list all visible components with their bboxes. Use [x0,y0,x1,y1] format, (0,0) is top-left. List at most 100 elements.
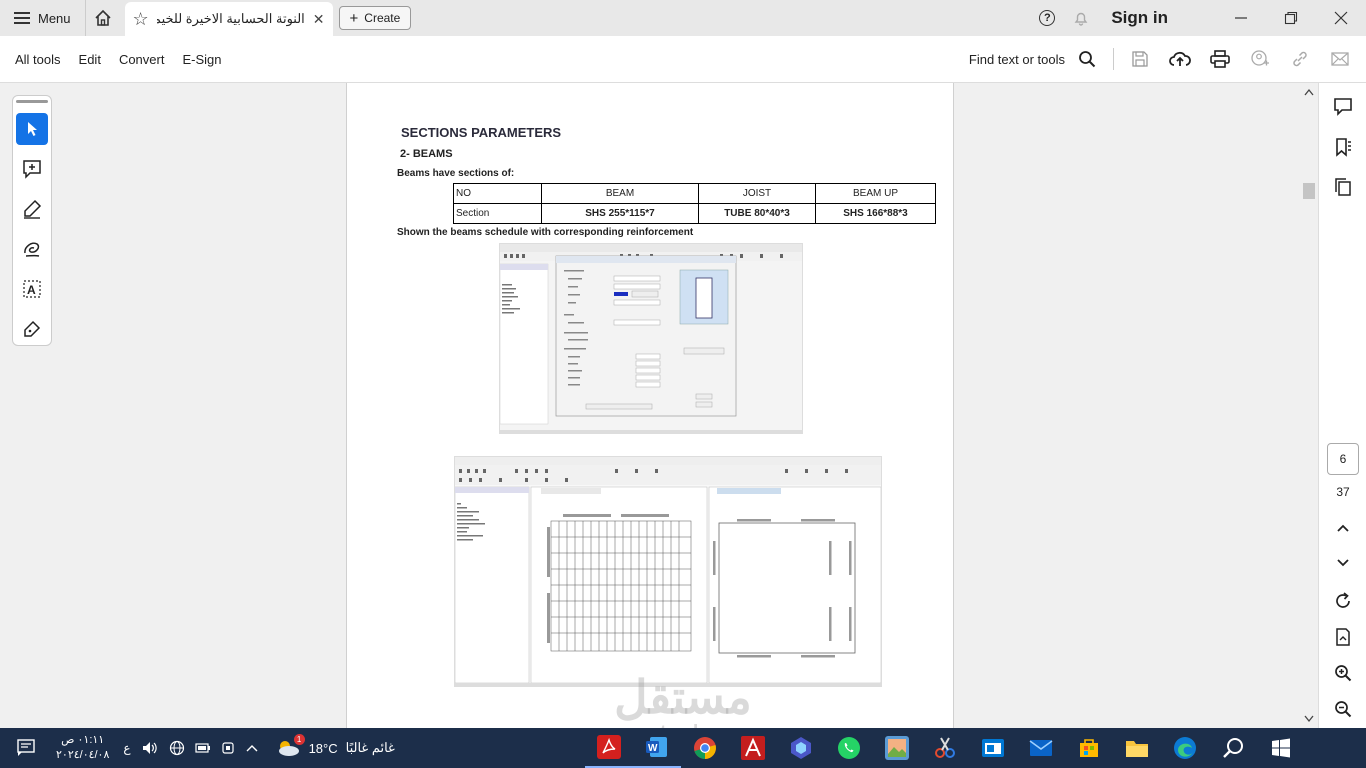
network-globe-icon[interactable] [169,740,185,756]
comments-button[interactable] [1319,87,1366,127]
autocad-app[interactable] [729,728,777,768]
save-icon[interactable] [1120,39,1160,79]
store-app[interactable] [1065,728,1113,768]
svg-text:W: W [648,743,658,754]
mail-app[interactable] [1017,728,1065,768]
battery-icon[interactable] [194,742,211,754]
window-app[interactable] [969,728,1017,768]
add-user-icon[interactable] [1240,39,1280,79]
weather-cloud-icon: 1 [275,734,305,758]
upload-cloud-icon[interactable] [1160,39,1200,79]
mail-icon [1029,740,1053,756]
zoom-in-icon [1335,665,1352,682]
vertical-scrollbar[interactable] [1300,83,1318,728]
weather-widget[interactable]: 1 18°C غائم غالبًا [275,734,395,758]
menu-button[interactable]: Menu [0,0,85,36]
weather-condition: غائم غالبًا [345,740,395,755]
taskbar-clock[interactable]: ٠١:١١ ص ٢٠٢٤/٠٤/٠٨ [56,733,109,763]
section-title: SECTIONS PARAMETERS [401,125,562,140]
zoom-in-button[interactable] [1319,653,1366,693]
table-cell: JOIST [698,183,816,204]
current-page-input[interactable]: 6 [1327,443,1359,475]
search-app[interactable] [1209,728,1257,768]
volume-icon[interactable] [141,740,159,756]
restore-icon[interactable] [1266,0,1316,36]
edge-app[interactable] [1161,728,1209,768]
text-box-tool-button[interactable]: A [16,273,48,305]
photos-icon [884,736,909,760]
find-text-label[interactable]: Find text or tools [969,52,1065,67]
bookmarks-button[interactable] [1319,127,1366,167]
email-icon[interactable] [1320,39,1360,79]
help-icon[interactable]: ? [1039,10,1056,26]
windows-taskbar: ٠١:١١ ص ٢٠٢٤/٠٤/٠٨ ع 1 18°C غائم غالبًا … [0,728,1366,768]
close-window-icon[interactable] [1316,0,1366,36]
device-icon[interactable] [221,741,235,755]
menu-edit[interactable]: Edit [79,52,101,67]
scroll-down-icon[interactable] [1300,712,1318,726]
whatsapp-app[interactable] [825,728,873,768]
minimize-icon[interactable] [1216,0,1266,36]
rotate-icon [1336,592,1350,608]
document-tab[interactable]: ☆ النوتة الحسابية الاخيرة للخيمة... ✕ [124,2,333,36]
autocad-icon [740,736,765,760]
ai-app[interactable] [777,728,825,768]
star-icon[interactable]: ☆ [133,9,149,30]
windows-logo-icon [1271,738,1290,758]
word-app[interactable]: W [632,728,681,768]
close-tab-icon[interactable]: ✕ [313,11,325,28]
bookmark-icon [1336,138,1351,157]
notification-center-icon[interactable] [16,739,36,757]
copy-pages-icon [1335,178,1351,196]
system-tray: ع [123,740,258,756]
link-icon[interactable] [1280,39,1320,79]
acrobat-app[interactable] [584,728,633,768]
pages-button[interactable] [1319,167,1366,207]
select-tool-button[interactable] [16,113,48,145]
temperature: 18°C [308,740,338,756]
home-button[interactable] [84,0,121,36]
snipping-app[interactable] [921,728,969,768]
explorer-app[interactable] [1113,728,1161,768]
table-cell: BEAM [541,183,699,204]
hexagon-app-icon [790,737,811,759]
photos-app[interactable] [873,728,921,768]
zoom-out-button[interactable] [1319,689,1366,729]
table-cell: BEAM UP [815,183,936,204]
scroll-thumb[interactable] [1303,183,1315,199]
cursor-icon [28,122,37,136]
title-bar: Menu ☆ النوتة الحسابية الاخيرة للخيمة...… [0,0,1366,36]
scroll-up-icon[interactable] [1300,85,1318,99]
search-icon[interactable] [1067,39,1107,79]
clock-date: ٢٠٢٤/٠٤/٠٨ [56,749,110,761]
rotate-button[interactable] [1319,581,1366,621]
highlighter-icon [24,199,42,219]
previous-page-button[interactable] [1319,508,1366,548]
signature-pen-icon [24,320,41,337]
search-taskbar-icon [1223,738,1243,758]
add-comment-button[interactable] [16,153,48,185]
highlight-tool-button[interactable] [16,193,48,225]
edge-icon [1173,737,1196,759]
notification-bell-icon[interactable] [1073,10,1089,26]
menu-e-sign[interactable]: E-Sign [182,52,221,67]
panel-grip[interactable] [16,100,48,103]
start-button[interactable] [1257,728,1305,768]
tab-title: النوتة الحسابية الاخيرة للخيمة... [156,11,305,26]
next-page-button[interactable] [1319,543,1366,583]
beams-heading: 2- BEAMS [400,148,453,160]
sign-tool-button[interactable] [16,313,48,345]
language-indicator[interactable]: ع [123,741,130,755]
menu-convert[interactable]: Convert [119,52,165,67]
right-side-panel: 6 37 [1318,83,1366,728]
chevron-down-icon [1337,559,1349,567]
page-display-button[interactable] [1319,617,1366,657]
sign-in-button[interactable]: Sign in [1111,8,1168,28]
menu-all-tools[interactable]: All tools [15,52,61,67]
chevron-up-tray-icon[interactable] [245,742,259,754]
chevron-up-icon [1337,524,1349,532]
create-button[interactable]: + Create [338,6,412,30]
chrome-app[interactable] [681,728,729,768]
draw-tool-button[interactable] [16,233,48,265]
print-icon[interactable] [1200,39,1240,79]
